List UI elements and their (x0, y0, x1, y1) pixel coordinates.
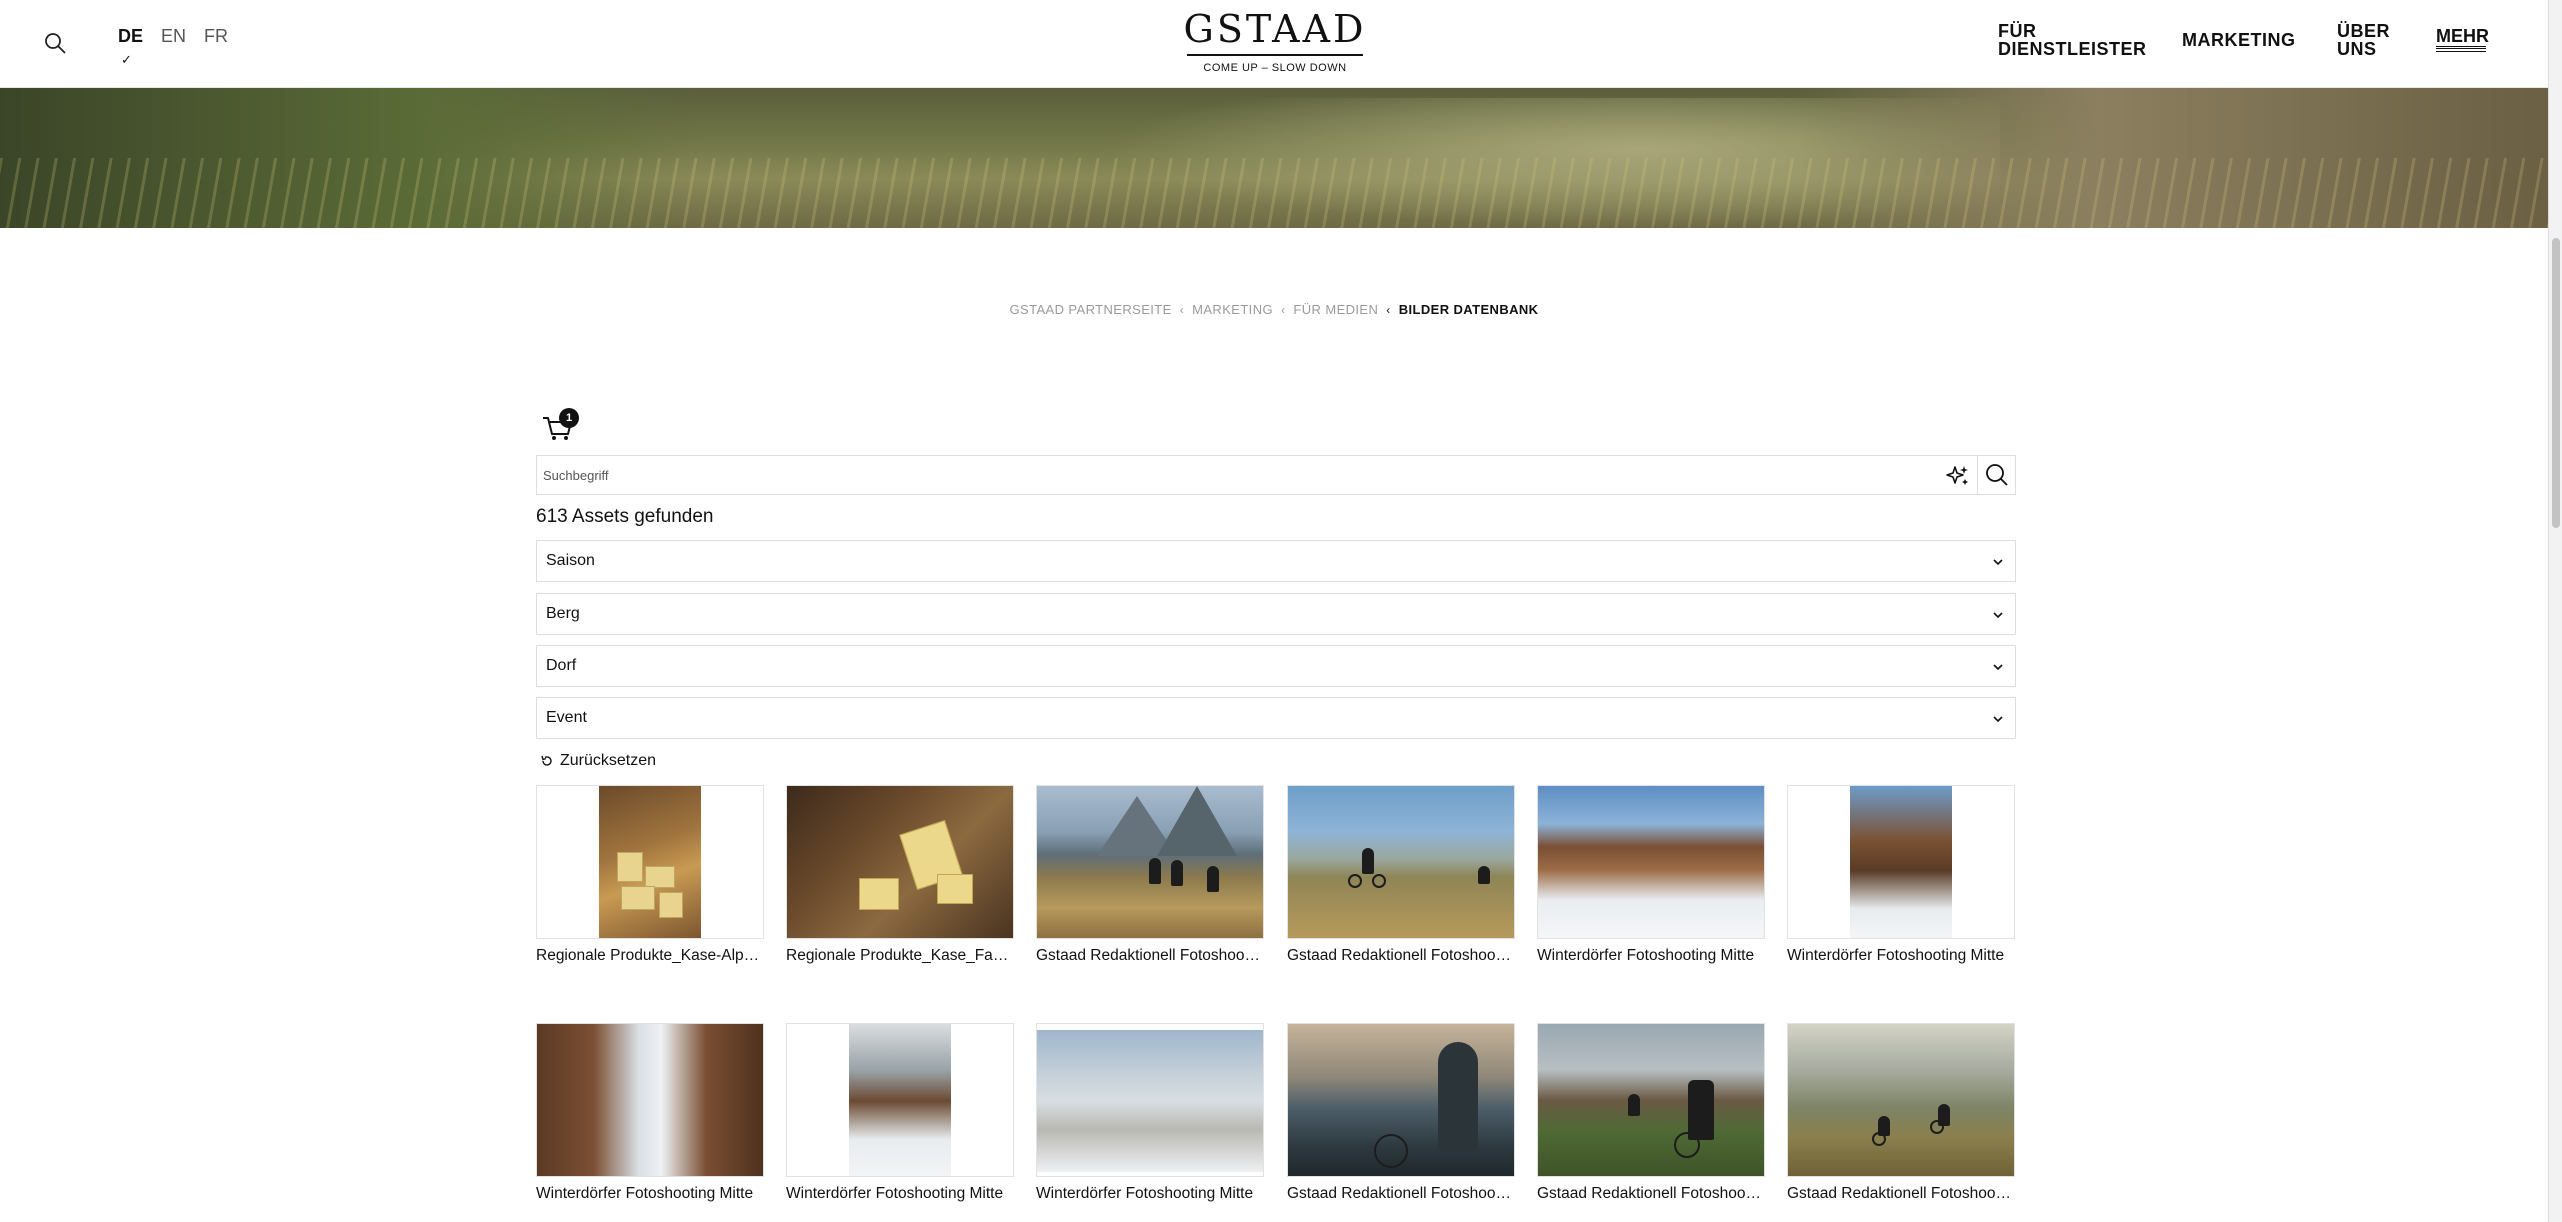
filter-event[interactable]: Event (536, 697, 2016, 739)
lang-en[interactable]: EN (161, 26, 186, 47)
asset-thumbnail (1287, 785, 1515, 939)
asset-caption: Winterdörfer Fotoshooting Mitte (1537, 947, 1755, 964)
asset-caption: Gstaad Redaktionell Fotoshooting Mountai… (1787, 1185, 2015, 1202)
asset-caption: Gstaad Redaktionell Fotoshooting Mountai… (1036, 947, 1264, 964)
chevron-left-icon: ‹ (1386, 303, 1391, 317)
menu-lines-icon (2436, 46, 2486, 52)
filter-saison[interactable]: Saison (536, 540, 2016, 582)
asset-card[interactable]: Gstaad Redaktionell Fotoshooting Mountai… (1036, 785, 1264, 965)
asset-thumbnail (786, 1023, 1014, 1177)
chevron-down-icon (1993, 559, 2003, 566)
filter-label: Saison (546, 552, 595, 569)
asset-caption: Gstaad Redaktionell Fotoshooting Mountai… (1537, 1185, 1765, 1202)
breadcrumb-item[interactable]: GSTAAD PARTNERSEITE (1010, 302, 1172, 317)
reset-button[interactable]: Zurücksetzen (540, 752, 656, 770)
scrollbar[interactable] (2548, 0, 2562, 1222)
asset-card[interactable]: Winterdörfer Fotoshooting Mitte (1787, 785, 2015, 965)
chevron-down-icon (1993, 612, 2003, 619)
asset-thumbnail (1287, 1023, 1515, 1177)
nav-label-line1: ÜBER (2337, 21, 2391, 41)
breadcrumb: GSTAAD PARTNERSEITE ‹ MARKETING ‹ FÜR MEDIEN… (0, 302, 2548, 317)
asset-thumbnail (1787, 785, 2015, 939)
breadcrumb-current: BILDER DATENBANK (1398, 302, 1539, 317)
asset-caption: Regionale Produkte_Kase-Alpkase-Fondue (536, 947, 764, 964)
scrollbar-thumb[interactable] (2552, 238, 2560, 528)
nav-label-line2: DIENSTLEISTER (1998, 39, 2147, 59)
nav-label-line1: FÜR (1998, 21, 2037, 41)
filter-label: Event (546, 709, 587, 726)
search-input[interactable] (543, 460, 1943, 490)
asset-caption: Gstaad Redaktionell Fotoshooting Mountai… (1287, 947, 1515, 964)
lang-fr[interactable]: FR (204, 26, 228, 47)
filter-label: Dorf (546, 657, 577, 674)
logo-rule (1187, 54, 1363, 56)
check-icon: ✓ (121, 52, 132, 67)
filter-label: Berg (546, 605, 580, 622)
asset-card[interactable]: Winterdörfer Fotoshooting Mitte (536, 1023, 764, 1203)
asset-caption: Winterdörfer Fotoshooting Mitte (1036, 1185, 1254, 1202)
search-icon (1986, 464, 2008, 486)
asset-card[interactable]: Gstaad Redaktionell Fotoshooting Mountai… (1537, 1023, 1765, 1203)
asset-caption: Winterdörfer Fotoshooting Mitte (536, 1185, 754, 1202)
gstaad-logo[interactable]: GSTAAD COME UP – SLOW DOWN (1180, 6, 1370, 74)
results-count: 613 Assets gefunden (536, 506, 714, 527)
breadcrumb-item[interactable]: MARKETING (1192, 302, 1273, 317)
nav-label-line2: UNS (2337, 39, 2377, 59)
asset-card[interactable]: Winterdörfer Fotoshooting Mitte (1537, 785, 1765, 965)
sparkle-icon[interactable] (1944, 462, 1972, 490)
chevron-left-icon: ‹ (1179, 303, 1185, 317)
lang-de[interactable]: DE ✓ (118, 26, 143, 67)
hero-image (0, 88, 2548, 228)
reset-icon (541, 755, 552, 766)
filter-berg[interactable]: Berg (536, 593, 2016, 635)
asset-card[interactable]: Regionale Produkte_Kase-Alpkase-Fondue (536, 785, 764, 965)
filter-dorf[interactable]: Dorf (536, 645, 2016, 687)
language-switcher: DE ✓ EN FR (118, 26, 246, 67)
asset-card[interactable]: Regionale Produkte_Kase_Familie (786, 785, 1014, 965)
site-header: DE ✓ EN FR GSTAAD COME UP – SLOW DOWN FÜR… (0, 0, 2548, 88)
asset-caption: Regionale Produkte_Kase_Familie (786, 947, 1014, 964)
nav-ueber-uns[interactable]: ÜBER UNS (2337, 22, 2390, 58)
asset-card[interactable]: Winterdörfer Fotoshooting Mitte (786, 1023, 1014, 1203)
asset-thumbnail (1036, 1023, 1264, 1177)
chevron-down-icon (1993, 716, 2003, 723)
asset-thumbnail (1537, 1023, 1765, 1177)
chevron-down-icon (1993, 664, 2003, 671)
asset-card[interactable]: Gstaad Redaktionell Fotoshooting Mountai… (1787, 1023, 2015, 1203)
asset-card[interactable]: Gstaad Redaktionell Fotoshooting Mountai… (1287, 785, 1515, 965)
logo-tagline: COME UP – SLOW DOWN (1203, 62, 1347, 74)
asset-caption: Gstaad Redaktionell Fotoshooting Mountai… (1287, 1185, 1515, 1202)
asset-thumbnail (536, 1023, 764, 1177)
asset-thumbnail (786, 785, 1014, 939)
breadcrumb-item[interactable]: FÜR MEDIEN (1293, 302, 1378, 317)
asset-caption: Winterdörfer Fotoshooting Mitte (786, 1185, 1004, 1202)
search-box (536, 455, 2016, 495)
asset-thumbnail (1787, 1023, 2015, 1177)
search-submit-button[interactable] (1977, 456, 2015, 494)
asset-card[interactable]: Winterdörfer Fotoshooting Mitte (1036, 1023, 1264, 1203)
asset-thumbnail (536, 785, 764, 939)
chevron-left-icon: ‹ (1281, 303, 1286, 317)
logo-wordmark: GSTAAD (1183, 7, 1367, 51)
asset-thumbnail (1537, 785, 1765, 939)
nav-fuer-dienstleister[interactable]: FÜR DIENSTLEISTER (1998, 22, 2147, 58)
cart-count-badge: 1 (559, 408, 579, 428)
asset-card[interactable]: Gstaad Redaktionell Fotoshooting Mountai… (1287, 1023, 1515, 1203)
asset-thumbnail (1036, 785, 1264, 939)
nav-marketing[interactable]: MARKETING (2182, 31, 2296, 49)
nav-mehr[interactable]: MEHR (2436, 26, 2489, 47)
reset-label: Zurücksetzen (560, 752, 657, 769)
search-icon[interactable] (42, 30, 70, 58)
asset-caption: Winterdörfer Fotoshooting Mitte (1787, 947, 2005, 964)
